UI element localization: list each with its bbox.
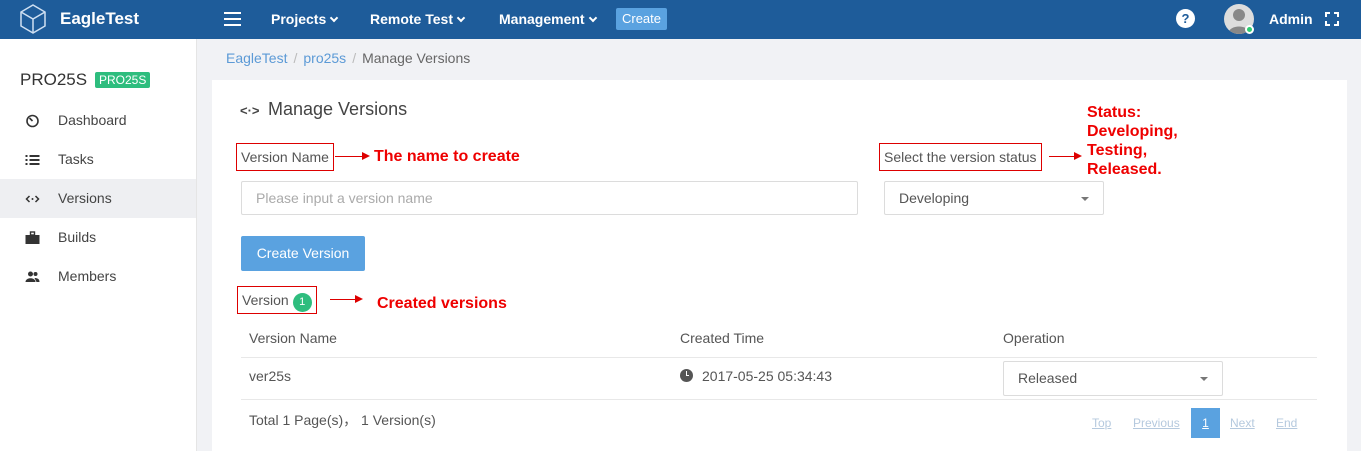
- sidebar-item-members[interactable]: Members: [0, 257, 196, 296]
- user-name[interactable]: Admin: [1269, 11, 1313, 27]
- version-section-text: Version: [242, 292, 289, 308]
- annotation-status-line: Status:: [1087, 104, 1142, 121]
- breadcrumb: EagleTest / pro25s / Manage Versions: [226, 50, 470, 66]
- sidebar-item-label: Members: [58, 268, 117, 284]
- sidebar: PRO25S PRO25S Dashboard Tasks Versions B…: [0, 39, 197, 451]
- annotation-status-note: Status: Developing, Testing, Released.: [1087, 103, 1178, 179]
- menu-management-label: Management: [499, 11, 585, 27]
- annotation-status-line: Developing,: [1087, 123, 1178, 140]
- total-summary: Total 1 Page(s)， 1 Version(s): [249, 412, 436, 428]
- annotation-status-line: Released.: [1087, 161, 1162, 178]
- pagination-end[interactable]: End: [1276, 416, 1297, 430]
- column-header-operation: Operation: [1003, 330, 1065, 346]
- dropdown-caret-icon: [1200, 377, 1208, 381]
- cell-version-name: ver25s: [249, 368, 292, 384]
- table-divider: [241, 399, 1317, 400]
- sidebar-item-builds[interactable]: Builds: [0, 218, 196, 257]
- version-status-label: Select the version status: [879, 143, 1042, 171]
- column-header-created-time: Created Time: [680, 330, 765, 346]
- create-button[interactable]: Create: [616, 8, 667, 30]
- menu-management[interactable]: Management: [499, 11, 597, 27]
- project-title: PRO25S: [20, 70, 88, 89]
- brand-name[interactable]: EagleTest: [60, 9, 139, 29]
- chevron-down-icon: [588, 13, 597, 23]
- pagination-page-1[interactable]: 1: [1191, 408, 1220, 438]
- pagination-next[interactable]: Next: [1230, 416, 1255, 430]
- sidebar-item-label: Dashboard: [58, 112, 127, 128]
- sidebar-item-label: Versions: [58, 190, 112, 206]
- sidebar-item-label: Builds: [58, 229, 97, 245]
- annotation-versions-note: Created versions: [377, 295, 507, 312]
- dashboard-icon: [26, 114, 39, 128]
- code-arrows-icon: [25, 195, 40, 203]
- create-version-button[interactable]: Create Version: [241, 236, 365, 271]
- menu-projects-label: Projects: [271, 11, 327, 27]
- annotation-arrow: [1049, 156, 1075, 157]
- sidebar-item-label: Tasks: [58, 151, 94, 167]
- version-status-select[interactable]: Developing: [884, 181, 1104, 215]
- chevron-down-icon: [330, 13, 339, 23]
- version-name-input[interactable]: Please input a version name: [241, 181, 858, 215]
- breadcrumb-root[interactable]: EagleTest: [226, 50, 287, 66]
- code-arrows-icon: <·>: [240, 103, 260, 118]
- users-icon: [25, 271, 40, 282]
- menu-projects[interactable]: Projects: [271, 11, 339, 27]
- annotation-arrowhead: [355, 295, 363, 303]
- annotation-arrowhead: [1074, 152, 1082, 160]
- pagination-previous[interactable]: Previous: [1133, 416, 1180, 430]
- hamburger-menu-icon[interactable]: [224, 12, 241, 26]
- breadcrumb-separator: /: [352, 50, 357, 66]
- breadcrumb-current: Manage Versions: [362, 50, 471, 66]
- dropdown-caret-icon: [1081, 197, 1089, 201]
- annotation-arrow: [335, 156, 363, 157]
- online-status-dot: [1245, 25, 1254, 34]
- version-status-value: Developing: [899, 190, 970, 206]
- clock-icon: [680, 369, 693, 382]
- project-badge: PRO25S: [95, 72, 151, 88]
- annotation-arrowhead: [362, 152, 370, 160]
- sidebar-item-versions[interactable]: Versions: [0, 179, 196, 218]
- sidebar-item-tasks[interactable]: Tasks: [0, 140, 196, 179]
- fullscreen-icon[interactable]: [1325, 12, 1339, 26]
- annotation-status-line: Testing,: [1087, 142, 1148, 159]
- help-icon[interactable]: ?: [1176, 9, 1195, 28]
- chevron-down-icon: [456, 13, 466, 23]
- cell-created-time: 2017-05-25 05:34:43: [702, 368, 832, 384]
- menu-remote-test-label: Remote Test: [370, 11, 453, 27]
- table-divider: [241, 357, 1317, 358]
- menu-remote-test[interactable]: Remote Test: [370, 11, 466, 27]
- list-icon: [25, 155, 40, 165]
- pagination-top[interactable]: Top: [1092, 416, 1111, 430]
- cube-logo-icon[interactable]: [18, 3, 48, 35]
- briefcase-icon: [25, 231, 40, 244]
- sidebar-item-dashboard[interactable]: Dashboard: [0, 101, 196, 140]
- column-header-version-name: Version Name: [249, 330, 337, 346]
- breadcrumb-separator: /: [293, 50, 298, 66]
- page-title: Manage Versions: [268, 99, 408, 119]
- top-navbar: EagleTest Projects Remote Test Managemen…: [0, 0, 1361, 39]
- breadcrumb-project[interactable]: pro25s: [303, 50, 346, 66]
- version-name-label: Version Name: [236, 143, 334, 171]
- version-section-label: Version 1: [237, 286, 317, 314]
- operation-status-value: Released: [1018, 370, 1078, 386]
- annotation-arrow: [330, 299, 356, 300]
- version-count-badge: 1: [292, 293, 312, 312]
- operation-status-select[interactable]: Released: [1003, 361, 1223, 396]
- annotation-name-note: The name to create: [374, 148, 520, 165]
